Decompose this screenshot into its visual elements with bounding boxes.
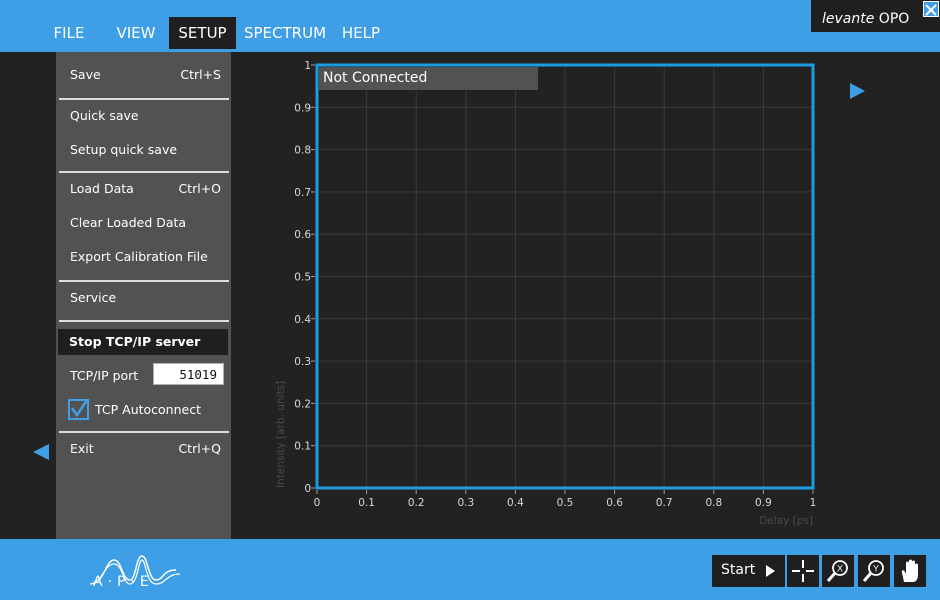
x-tick-label: 0.2 [408,497,425,509]
zoom-y-icon: Y [862,560,884,582]
y-tick-label: 0.8 [294,145,311,157]
y-axis-label: Intensity [arb. units] [275,381,287,488]
x-tick-label: 0.7 [656,497,673,509]
pan-hand-icon [901,559,918,582]
bottom-toolbar: A·P·E Start X Y [0,539,940,600]
y-tick-label: 0.9 [294,102,311,114]
x-tick-label: 0 [314,497,321,509]
y-tick-label: 0.2 [294,398,311,410]
x-tick-label: 0.6 [606,497,623,509]
y-tick-label: 0.7 [294,187,311,199]
ape-logo-text: A·P·E [93,574,154,590]
x-tick-label: 1 [810,497,817,509]
y-tick-label: 0.6 [294,229,311,241]
start-button[interactable]: Start [712,555,785,587]
y-tick-label: 0.5 [294,272,311,284]
zoom-x-button[interactable]: X [822,555,854,587]
svg-text:Y: Y [873,564,879,574]
y-tick-label: 1 [304,60,311,72]
x-tick-label: 0.3 [457,497,474,509]
x-tick-label: 0.5 [557,497,574,509]
crosshair-button[interactable] [787,555,819,587]
x-tick-label: 0.8 [705,497,722,509]
y-tick-label: 0.3 [294,356,311,368]
pan-button[interactable] [894,555,926,587]
zoom-y-button[interactable]: Y [858,555,890,587]
x-tick-label: 0.1 [358,497,375,509]
y-tick-label: 0.1 [294,441,311,453]
connection-status: Not Connected [319,67,538,90]
play-icon [766,565,775,577]
y-tick-label: 0.4 [294,314,311,326]
x-axis-label: Delay [ps] [759,515,813,527]
x-tick-label: 0.4 [507,497,524,509]
svg-text:X: X [837,564,843,574]
zoom-x-icon: X [826,560,848,582]
crosshair-icon [792,560,814,582]
x-tick-label: 0.9 [755,497,772,509]
y-tick-label: 0 [304,483,311,495]
